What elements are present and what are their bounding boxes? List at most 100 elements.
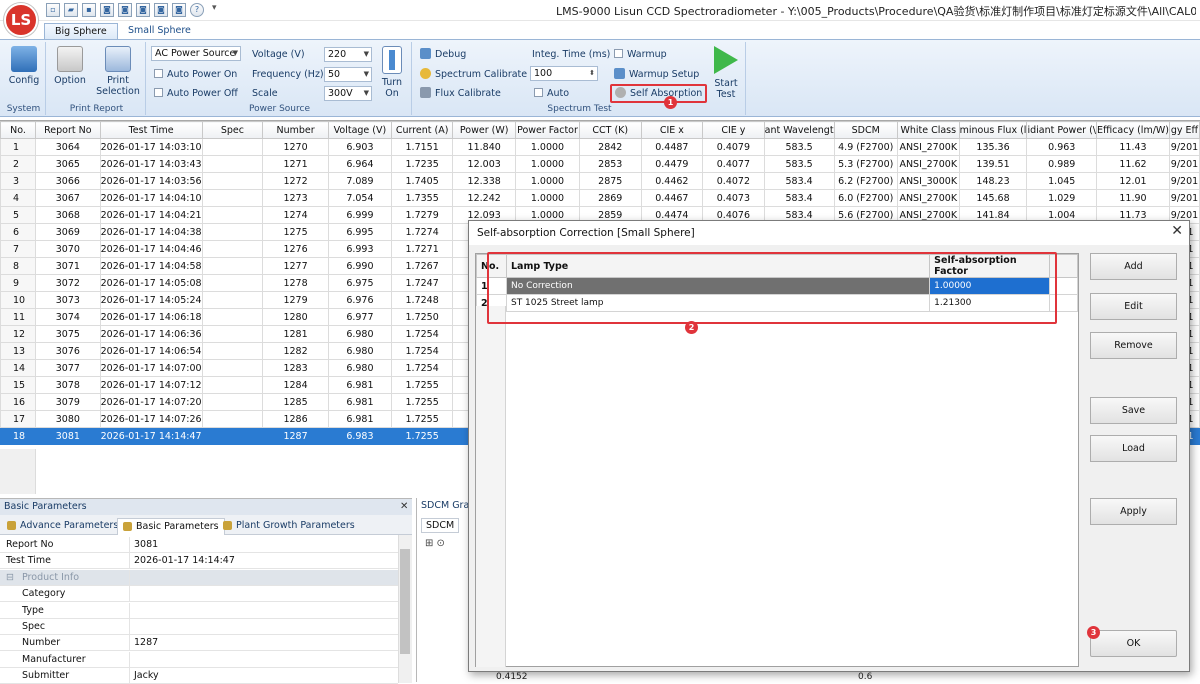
grid-cell[interactable]: 2026-01-17 14:04:58 xyxy=(99,257,203,275)
grid-cell[interactable]: 3067 xyxy=(35,189,101,207)
grid-cell[interactable]: 12 xyxy=(0,325,37,343)
grid-cell[interactable]: 1.7267 xyxy=(390,257,454,275)
open-folder-icon[interactable]: ▰ xyxy=(64,3,78,17)
grid-col-header[interactable]: CCT (K) xyxy=(578,121,642,139)
grid-cell[interactable]: 6.976 xyxy=(327,291,392,309)
grid-cell[interactable]: 1.7254 xyxy=(390,325,454,343)
frequency-input[interactable]: 50 ▼ xyxy=(324,67,372,82)
grid-cell[interactable]: 583.4 xyxy=(763,172,835,190)
grid-cell[interactable]: 6.983 xyxy=(327,427,392,445)
grid-col-header[interactable]: Efficacy (lm/W) xyxy=(1096,121,1170,139)
grid-cell[interactable]: 1285 xyxy=(262,393,329,411)
grid-cell[interactable]: 1.7151 xyxy=(390,138,454,156)
tab-big-sphere[interactable]: Big Sphere xyxy=(44,23,118,40)
property-value[interactable]: 3081 xyxy=(134,537,158,552)
grid-cell[interactable]: 8 xyxy=(0,257,37,275)
grid-cell[interactable]: 1.7250 xyxy=(390,308,454,326)
grid-cell[interactable] xyxy=(201,376,264,394)
grid-cell[interactable]: 1.7248 xyxy=(390,291,454,309)
flux-calibrate-button[interactable]: Flux Calibrate xyxy=(420,86,501,101)
property-row[interactable]: Manufacturer xyxy=(0,651,398,668)
grid-cell[interactable]: 12.242 xyxy=(452,189,517,207)
grid-cell[interactable] xyxy=(201,359,264,377)
config-button[interactable]: Config xyxy=(4,46,44,86)
grid-cell[interactable] xyxy=(201,206,264,224)
grid-cell[interactable]: 1.7255 xyxy=(390,376,454,394)
qat-customize-icon[interactable]: ▾ xyxy=(212,3,217,13)
graph-toolbar-icon[interactable]: ⊞ ⊙ xyxy=(425,538,445,549)
grid-cell[interactable]: 6.977 xyxy=(327,308,392,326)
save-button[interactable]: Save xyxy=(1090,397,1177,424)
help-icon[interactable]: ? xyxy=(190,3,204,17)
grid-col-header[interactable]: Power Factor xyxy=(515,121,580,139)
grid-cell[interactable]: 3071 xyxy=(35,257,101,275)
property-row[interactable]: Number 1287 xyxy=(0,635,398,652)
grid-cell[interactable] xyxy=(201,308,264,326)
grid-cell[interactable] xyxy=(201,342,264,360)
grid-cell[interactable]: 3069 xyxy=(35,223,101,241)
grid-cell[interactable]: 1279 xyxy=(262,291,329,309)
grid-cell[interactable]: 14 xyxy=(0,359,37,377)
grid-cell[interactable]: 6.993 xyxy=(327,240,392,258)
grid-cell[interactable] xyxy=(201,155,264,173)
grid-cell[interactable]: 3065 xyxy=(35,155,101,173)
grid-cell[interactable]: 6.975 xyxy=(327,274,392,292)
grid-cell[interactable]: 1280 xyxy=(262,308,329,326)
start-test-button[interactable]: Start Test xyxy=(706,46,746,100)
grid-col-header[interactable]: No. xyxy=(0,121,37,139)
table-row[interactable]: 3 3066 2026-01-17 14:03:56 1272 7.089 1.7405 1… xyxy=(0,172,1200,190)
grid-cell[interactable]: 3076 xyxy=(35,342,101,360)
grid-cell[interactable]: 1 xyxy=(0,138,37,156)
tab-basic-parameters[interactable]: Basic Parameters xyxy=(117,518,225,535)
grid-cell[interactable] xyxy=(201,274,264,292)
grid-cell[interactable]: 6.981 xyxy=(327,376,392,394)
grid-cell[interactable]: ANSI_2700K xyxy=(896,138,960,156)
spectrum-calibrate-button[interactable]: Spectrum Calibrate xyxy=(420,67,527,82)
property-value[interactable]: 2026-01-17 14:14:47 xyxy=(134,553,235,568)
grid-cell[interactable]: 0.4077 xyxy=(702,155,765,173)
grid-cell[interactable]: 12.338 xyxy=(452,172,517,190)
grid-cell[interactable]: 12.01 xyxy=(1096,172,1170,190)
grid-cell[interactable]: 2026-01-17 14:06:36 xyxy=(99,325,203,343)
grid-col-header[interactable]: minous Flux (l xyxy=(958,121,1028,139)
grid-cell[interactable] xyxy=(201,223,264,241)
app-logo[interactable]: LS xyxy=(4,3,38,37)
grid-cell[interactable]: 1274 xyxy=(262,206,329,224)
grid-cell[interactable]: 3075 xyxy=(35,325,101,343)
grid-col-header[interactable]: White Class xyxy=(896,121,960,139)
tab-advance-parameters[interactable]: Advance Parameters xyxy=(2,518,123,535)
grid-cell[interactable]: 2026-01-17 14:03:43 xyxy=(99,155,203,173)
tab-small-sphere[interactable]: Small Sphere xyxy=(118,23,201,40)
property-row[interactable]: Report No 3081 xyxy=(0,537,398,553)
grid-cell[interactable]: 2026-01-17 14:04:46 xyxy=(99,240,203,258)
grid-cell[interactable]: 7.054 xyxy=(327,189,392,207)
property-value[interactable]: 1287 xyxy=(134,635,158,650)
self-absorption-button[interactable]: Self Absorption xyxy=(610,84,708,103)
grid-cell[interactable]: 3077 xyxy=(35,359,101,377)
grid-cell[interactable]: 6.981 xyxy=(327,393,392,411)
grid-col-header[interactable]: ant Wavelengt xyxy=(763,121,835,139)
grid-cell[interactable]: 139.51 xyxy=(958,155,1028,173)
grid-cell[interactable]: 1.7274 xyxy=(390,223,454,241)
grid-col-header[interactable]: Current (A) xyxy=(390,121,454,139)
voltage-input[interactable]: 220 ▼ xyxy=(324,47,372,62)
integ-time-input[interactable]: 100 ⬍ xyxy=(530,66,598,81)
debug-button[interactable]: Debug xyxy=(420,47,466,62)
grid-cell[interactable]: 583.4 xyxy=(763,189,835,207)
grid-cell[interactable]: ANSI_2700K xyxy=(896,155,960,173)
option-button[interactable]: Option xyxy=(50,46,90,86)
grid-cell[interactable]: 9/201 xyxy=(1169,138,1200,156)
grid-cell[interactable]: 1282 xyxy=(262,342,329,360)
auto-checkbox[interactable]: Auto xyxy=(534,86,569,101)
grid-cell[interactable]: 2026-01-17 14:04:21 xyxy=(99,206,203,224)
grid-col-header[interactable]: SDCM xyxy=(833,121,898,139)
scale-select[interactable]: 300V ▼ xyxy=(324,86,372,101)
close-icon[interactable]: ✕ xyxy=(1171,223,1183,239)
grid-cell[interactable]: 6.995 xyxy=(327,223,392,241)
grid-cell[interactable]: 17 xyxy=(0,410,37,428)
grid-cell[interactable]: 0.4479 xyxy=(640,155,704,173)
grid-cell[interactable]: 3080 xyxy=(35,410,101,428)
grid-cell[interactable]: 6.903 xyxy=(327,138,392,156)
warmup-setup-button[interactable]: Warmup Setup xyxy=(614,67,699,82)
grid-cell[interactable]: 16 xyxy=(0,393,37,411)
